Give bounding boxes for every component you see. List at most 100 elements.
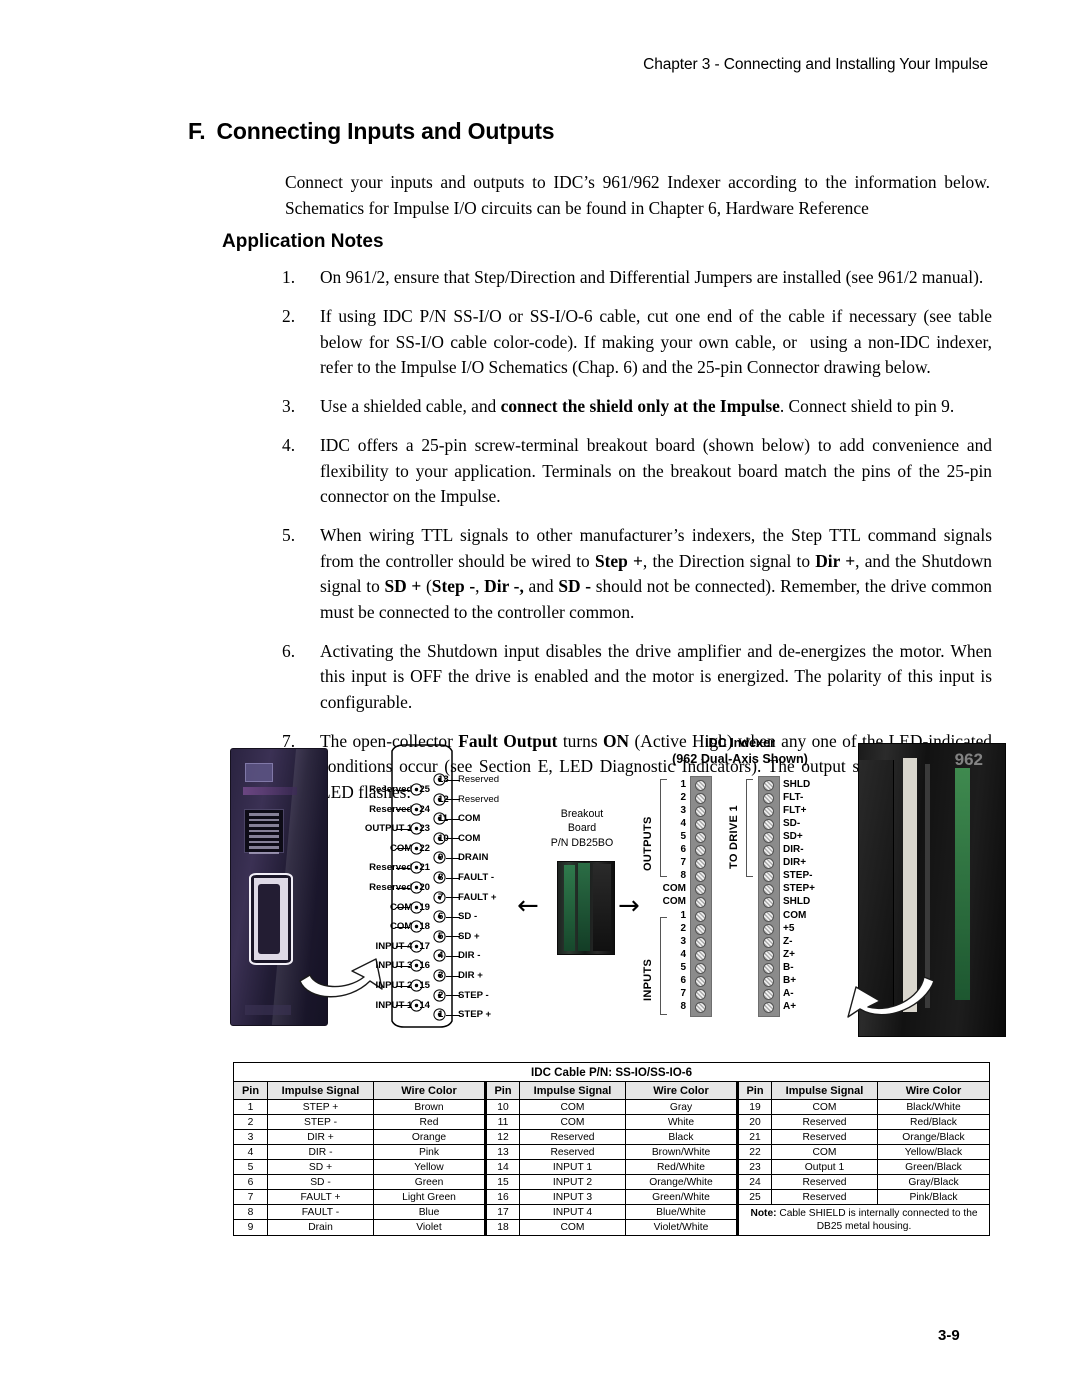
cable-signal: COM [519,1219,626,1236]
cable-table-header-pin: Pin [484,1081,520,1100]
terminal-number-left-15: 6 [680,975,686,986]
cable-signal: Output 1 [771,1159,878,1175]
cable-pin: 3 [233,1129,268,1145]
db25-pin-number: 2 [438,989,444,1001]
idc-logo [245,763,273,782]
db25-signal-name: INPUT 2 [375,980,413,991]
db25-pin-label-9: 9 DRAIN [438,852,488,863]
to-drive-bracket [746,779,753,877]
terminal-number-left-17: 8 [680,1001,686,1013]
terminal-screw-drive-8 [762,884,774,896]
terminal-strip-green-b [578,863,590,951]
db25-signal-name: Reserved [369,784,413,795]
cable-pin: 22 [736,1144,772,1160]
terminal-number-left-9: COM [662,896,686,908]
cable-signal: Reserved [771,1174,878,1190]
db25-signal-name: DIR + [458,970,483,981]
cable-signal: Reserved [771,1114,878,1130]
table-row: 4 DIR - Pink 13 Reserved Brown/White 22 COM Yell… [233,1144,990,1160]
cable-pin: 21 [736,1129,772,1145]
db25-pin-label-16: INPUT 3 16 [376,960,430,971]
cable-wire-color: Orange [373,1129,486,1145]
terminal-number-left-2: 3 [680,804,686,816]
db25-pin-number: 16 [419,960,430,972]
terminal-number-left-8: COM [662,883,686,895]
terminal-signal-right-16: A- [783,988,794,1000]
note-body: IDC offers a 25-pin screw-terminal break… [320,435,992,506]
db25-signal-name: FAULT + [458,891,497,903]
terminal-signal-right-2: FLT+ [783,804,807,816]
terminal-screw-outputs-inputs-0 [694,779,706,791]
terminal-screw-outputs-inputs-2 [694,805,706,817]
db25-pin-number: 3 [438,970,444,981]
terminal-screw-drive-10 [762,910,774,922]
cable-signal: Reserved [519,1129,626,1145]
db25-pin-number: 11 [438,813,449,825]
terminal-screw-outputs-inputs-5 [694,845,706,856]
idc-indexer-terminal-drawing: IDC Indexer (962 Dual-Axis Shown) 123456… [640,735,855,1035]
db25-pin-number: 22 [419,842,430,854]
outputs-bracket [660,779,667,877]
db25-pin-number: 1 [438,1009,444,1021]
db25-pin-number: 12 [438,793,449,805]
cable-pin: 20 [736,1114,772,1130]
terminal-number-left-7: 8 [680,870,686,882]
terminal-signal-right-13: Z+ [783,948,795,960]
application-note: 3. Use a shielded cable, and connect the … [282,394,992,420]
db25-signal-name: COM [389,921,413,933]
table-row: 3 DIR + Orange 12 Reserved Black 21 Reserved Ora… [233,1129,990,1145]
db25-pin-label-21: Reserved 21 [369,862,430,873]
cable-signal: STEP + [267,1099,374,1115]
db25-pin-label-18: COM 18 [390,921,430,932]
db25-pin-label-1: 1 STEP + [438,1009,491,1020]
db25-signal-name: DIR - [458,950,481,962]
indexer-model-marking: 962 [954,750,983,769]
inputs-group-label: INPUTS [642,958,654,1001]
cable-signal: Reserved [519,1144,626,1160]
terminal-number-left-5: 6 [680,844,686,855]
note-text: Cable SHIELD is internally connected to … [776,1207,978,1232]
cable-pin: 15 [484,1174,520,1190]
terminal-screw-outputs-inputs-16 [694,989,706,1001]
note-number: 5. [282,525,296,545]
terminal-signal-right-4: SD+ [783,830,803,842]
cable-pin: 7 [233,1189,268,1205]
cable-wire-color: Violet/White [625,1219,738,1236]
db25-signal-name: COM [389,901,413,913]
db25-signal-name: Reserved [369,882,413,893]
db25-signal-name: SD + [458,930,480,942]
indexer-caption: IDC Indexer (962 Dual-Axis Shown) [640,735,840,767]
cable-wire-color: Yellow [373,1159,486,1175]
note-number: 1. [282,267,296,287]
terminal-signal-right-7: STEP- [783,870,813,882]
db25-pin-number: 19 [419,901,430,913]
terminal-screw-drive-5 [762,845,774,856]
db25-signal-name: COM [458,813,481,825]
section-title-text: Connecting Inputs and Outputs [216,118,555,144]
cable-table-header-wire-color: Wire Color [373,1081,486,1100]
application-note: 5. When wiring TTL signals to other manuf… [282,523,992,625]
db25-pin-number: 15 [419,980,430,991]
note-number: 2. [282,306,296,326]
indexer-caption-line-1: IDC Indexer [705,736,775,750]
cable-pinout-table: IDC Cable P/N: SS-IO/SS-IO-6 Pin Impulse … [233,1062,990,1236]
cable-signal: FAULT + [267,1189,374,1205]
db25-signal-name: Reserved [458,793,500,805]
terminal-screw-outputs-inputs-9 [694,897,706,909]
breakout-line-3: P/N DB25BO [550,836,614,849]
terminal-screw-outputs-inputs-4 [694,831,706,843]
cable-signal: INPUT 2 [519,1174,626,1190]
note-label: Note: [750,1207,777,1219]
terminal-screw-outputs-inputs-3 [694,818,706,830]
cable-wire-color: Pink/Black [877,1189,990,1205]
section-letter: F. [188,118,206,144]
cable-pin: 5 [233,1159,268,1175]
db25-pin-number: 9 [438,852,444,864]
db25-pin-label-23: OUTPUT 1 23 [365,823,430,834]
terminal-strip-green-a [564,865,575,951]
terminal-screw-drive-12 [762,936,774,948]
terminal-screw-drive-4 [762,831,774,843]
db25-pin-label-24: Reserved 24 [369,804,430,815]
breakout-board-photo [557,861,615,955]
terminal-number-left-12: 3 [680,935,686,947]
